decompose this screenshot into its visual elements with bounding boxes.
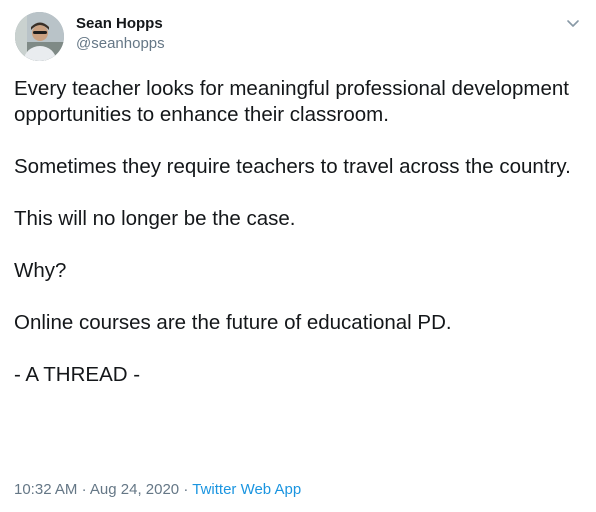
author-name[interactable]: Sean Hopps <box>76 14 163 34</box>
author-handle[interactable]: @seanhopps <box>76 34 165 54</box>
user-avatar-icon <box>15 12 64 61</box>
tweet-text: Every teacher looks for meaningful profe… <box>14 76 584 388</box>
tweet-paragraph: Sometimes they require teachers to trave… <box>14 155 571 178</box>
meta-separator: · <box>81 481 87 498</box>
tweet-card: Sean Hopps @seanhopps Every teacher look… <box>0 0 596 512</box>
chevron-down-icon[interactable] <box>564 14 582 32</box>
tweet-source-link[interactable]: Twitter Web App <box>192 481 301 498</box>
tweet-date[interactable]: Aug 24, 2020 <box>90 481 179 498</box>
meta-separator: · <box>183 481 189 498</box>
tweet-paragraph: Online courses are the future of educati… <box>14 311 452 334</box>
tweet-paragraph: This will no longer be the case. <box>14 207 296 230</box>
tweet-time[interactable]: 10:32 AM <box>14 481 77 498</box>
avatar[interactable] <box>15 12 64 61</box>
tweet-meta: 10:32 AM · Aug 24, 2020 · Twitter Web Ap… <box>14 480 301 500</box>
tweet-paragraph: - A THREAD - <box>14 363 141 386</box>
tweet-paragraph: Why? <box>14 259 67 282</box>
tweet-paragraph: Every teacher looks for meaningful profe… <box>14 77 569 126</box>
